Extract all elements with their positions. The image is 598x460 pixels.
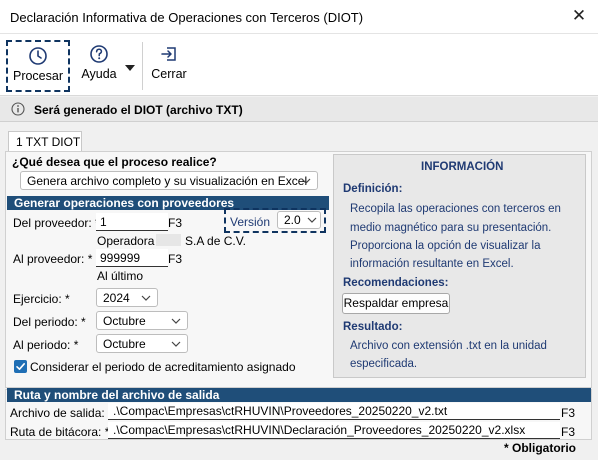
required-note: * Obligatorio [504,441,576,455]
from-provider-f3[interactable]: F3 [168,216,182,230]
year-select[interactable]: 2024 [96,288,158,307]
period-to-value: Octubre [103,337,146,351]
checkmark-icon [16,363,25,370]
log-path-f3[interactable]: F3 [561,425,575,439]
version-select[interactable]: 2.0 [277,211,321,229]
period-from-label: Del periodo: * [13,315,86,329]
recommendations-label: Recomendaciones: [343,277,449,289]
tab-txt-diot[interactable]: 1 TXT DIOT [8,131,82,151]
result-label: Resultado: [343,321,403,333]
to-provider-name: Al último [97,269,144,283]
year-label: Ejercicio: * [13,292,70,306]
definition-line: medio magnético para su presentación. [350,222,552,234]
to-provider-f3[interactable]: F3 [168,252,182,266]
title-bar: Declaración Informativa de Operaciones c… [0,0,598,34]
definition-label: Definición: [343,183,403,195]
info-banner-text: Será generado el DIOT (archivo TXT) [34,103,243,117]
redacted-name [156,234,181,246]
clock-icon [29,47,47,65]
info-icon [11,102,25,119]
year-select-value: 2024 [103,291,130,305]
result-line: Archivo con extensión .txt en la unidad [350,340,547,352]
from-provider-label: Del proveedor: * [13,216,100,230]
definition-line: Recopila las operaciones con terceros en [350,203,561,215]
output-file-label: Archivo de salida: * [10,406,113,420]
ayuda-dropdown-icon[interactable] [125,60,137,71]
close-icon[interactable]: ✕ [567,4,591,28]
chevron-down-icon [171,315,181,329]
to-provider-input[interactable]: 999999 [96,249,168,267]
period-from-value: Octubre [103,314,146,328]
chevron-down-icon [141,292,151,306]
log-path-label: Ruta de bitácora: * [10,425,110,439]
window-title: Declaración Informativa de Operaciones c… [10,10,364,25]
from-provider-name: Operadora [97,234,155,248]
from-provider-name-suffix: S.A de C.V. [185,234,246,248]
help-icon [90,45,108,63]
period-from-select[interactable]: Octubre [96,311,188,330]
period-to-select[interactable]: Octubre [96,334,188,353]
accrual-checkbox[interactable] [14,360,27,373]
version-select-value: 2.0 [284,213,301,227]
definition-line: información resultante en Excel. [350,258,514,270]
cerrar-button[interactable]: Cerrar [148,40,190,92]
info-panel-heading: INFORMACIÓN [421,161,504,173]
accrual-checkbox-label[interactable]: Considerar el periodo de acreditamiento … [30,360,296,374]
definition-line: Proporciona la opción de visualizar la [350,240,541,252]
chevron-down-icon [171,338,181,352]
cerrar-label: Cerrar [151,67,187,81]
to-provider-label: Al proveedor: * [13,252,93,266]
info-banner: Será generado el DIOT (archivo TXT) [0,97,598,122]
output-file-f3[interactable]: F3 [561,406,575,420]
exit-icon [161,47,176,61]
result-line: especificada. [350,358,418,370]
procesar-label: Procesar [12,69,64,83]
process-select-value: Genera archivo completo y su visualizaci… [27,174,308,188]
version-label: Versión [230,215,271,229]
toolbar-separator [142,42,143,90]
process-select[interactable]: Genera archivo completo y su visualizaci… [20,171,318,190]
ayuda-button[interactable]: Ayuda [74,40,124,92]
log-path-input[interactable]: .\Compac\Empresas\ctRHUVIN\Declaración_P… [108,422,560,439]
output-section-title: Ruta y nombre del archivo de salida [7,388,591,402]
period-to-label: Al periodo: * [13,338,79,352]
toolbar: Procesar Ayuda Cerrar [0,34,598,96]
ayuda-label: Ayuda [81,67,117,81]
output-file-input[interactable]: .\Compac\Empresas\ctRHUVIN\Proveedores_2… [108,403,560,420]
chevron-down-icon [301,175,311,189]
backup-company-button[interactable]: Respaldar empresa [342,293,450,314]
chevron-down-icon [307,214,317,228]
from-provider-input[interactable]: 1 [96,213,168,231]
procesar-button[interactable]: Procesar [6,40,70,92]
process-question: ¿Qué desea que el proceso realice? [12,155,217,169]
